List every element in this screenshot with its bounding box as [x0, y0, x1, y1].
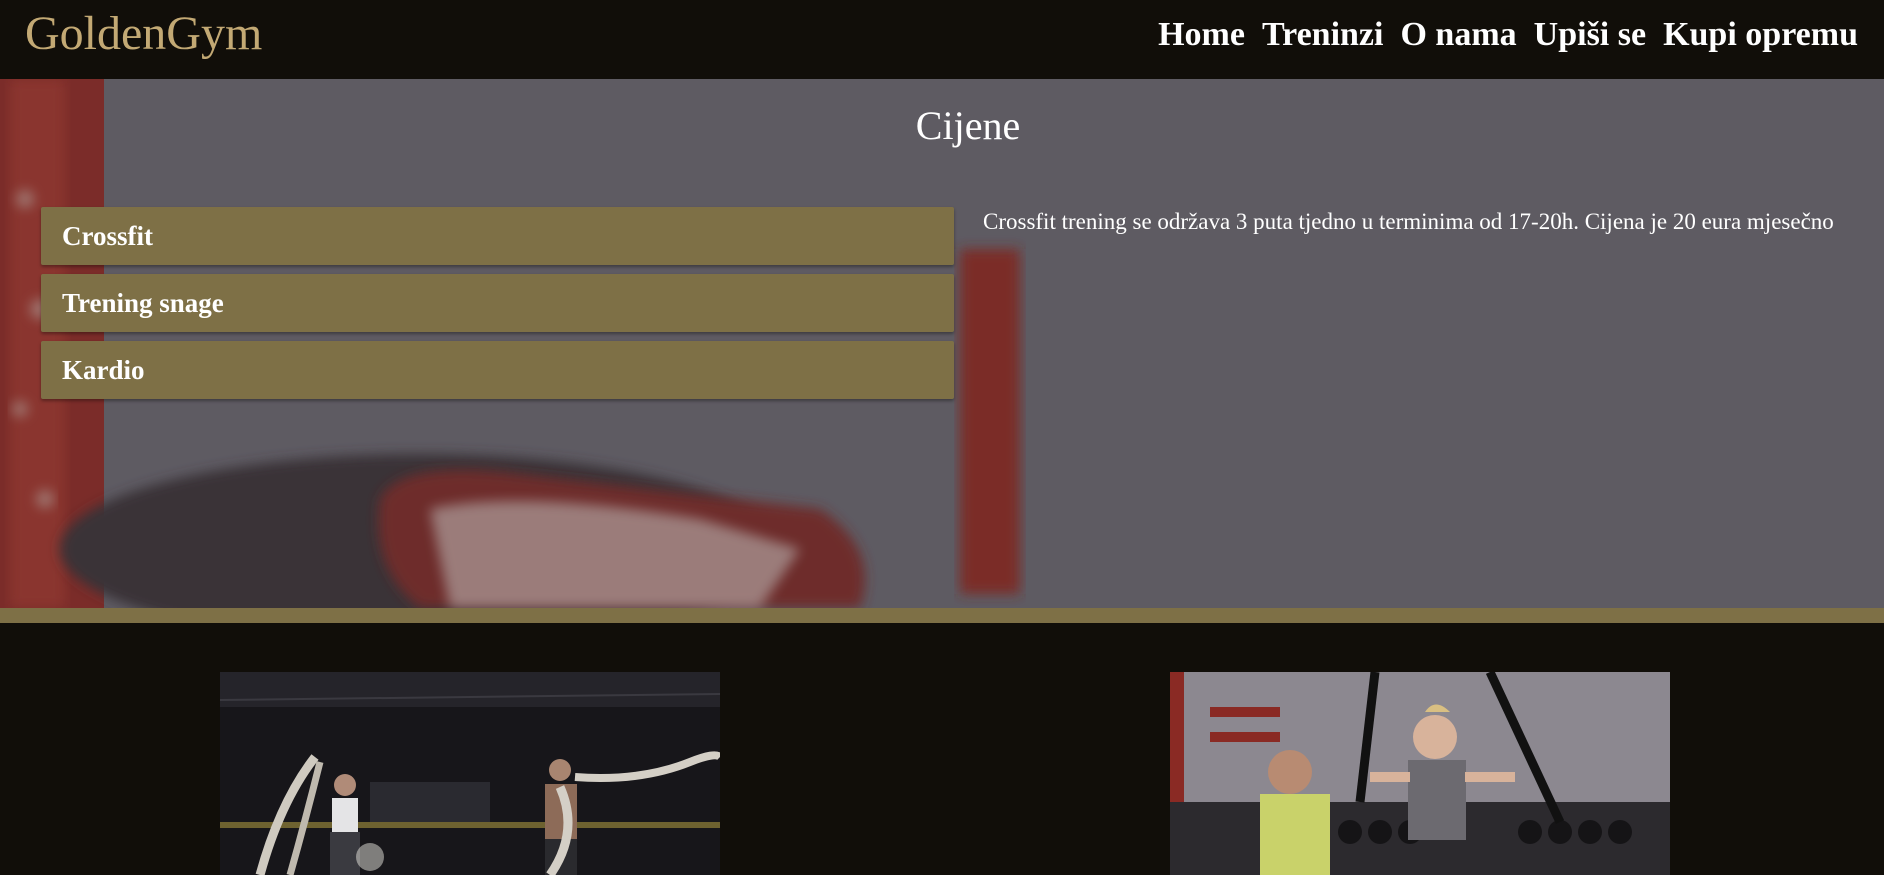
- pricing-accordion: Crossfit Trening snage Kardio: [41, 207, 954, 408]
- site-header: GoldenGym Home Treninzi O nama Upiši se …: [0, 0, 1884, 79]
- trx-training-photo: [1170, 672, 1670, 875]
- logo[interactable]: GoldenGym: [25, 8, 262, 58]
- nav-upisi-se[interactable]: Upiši se: [1534, 14, 1646, 56]
- nav-home[interactable]: Home: [1158, 14, 1245, 56]
- nav-o-nama[interactable]: O nama: [1400, 14, 1516, 56]
- accordion-item-trening-snage[interactable]: Trening snage: [41, 274, 954, 332]
- nav-kupi-opremu[interactable]: Kupi opremu: [1663, 14, 1858, 56]
- section-title: Cijene: [915, 103, 1021, 148]
- divider-strip: [0, 608, 1884, 623]
- accordion-item-crossfit[interactable]: Crossfit: [41, 207, 954, 265]
- pricing-description: Crossfit trening se održava 3 puta tjedn…: [983, 209, 1834, 234]
- accordion-item-kardio[interactable]: Kardio: [41, 341, 954, 399]
- pricing-section: Cijene Crossfit Trening snage Kardio Cro…: [0, 79, 1884, 608]
- battle-ropes-photo: [220, 672, 720, 875]
- nav-treninzi[interactable]: Treninzi: [1262, 14, 1384, 56]
- main-nav: Home Treninzi O nama Upiši se Kupi oprem…: [1158, 14, 1858, 56]
